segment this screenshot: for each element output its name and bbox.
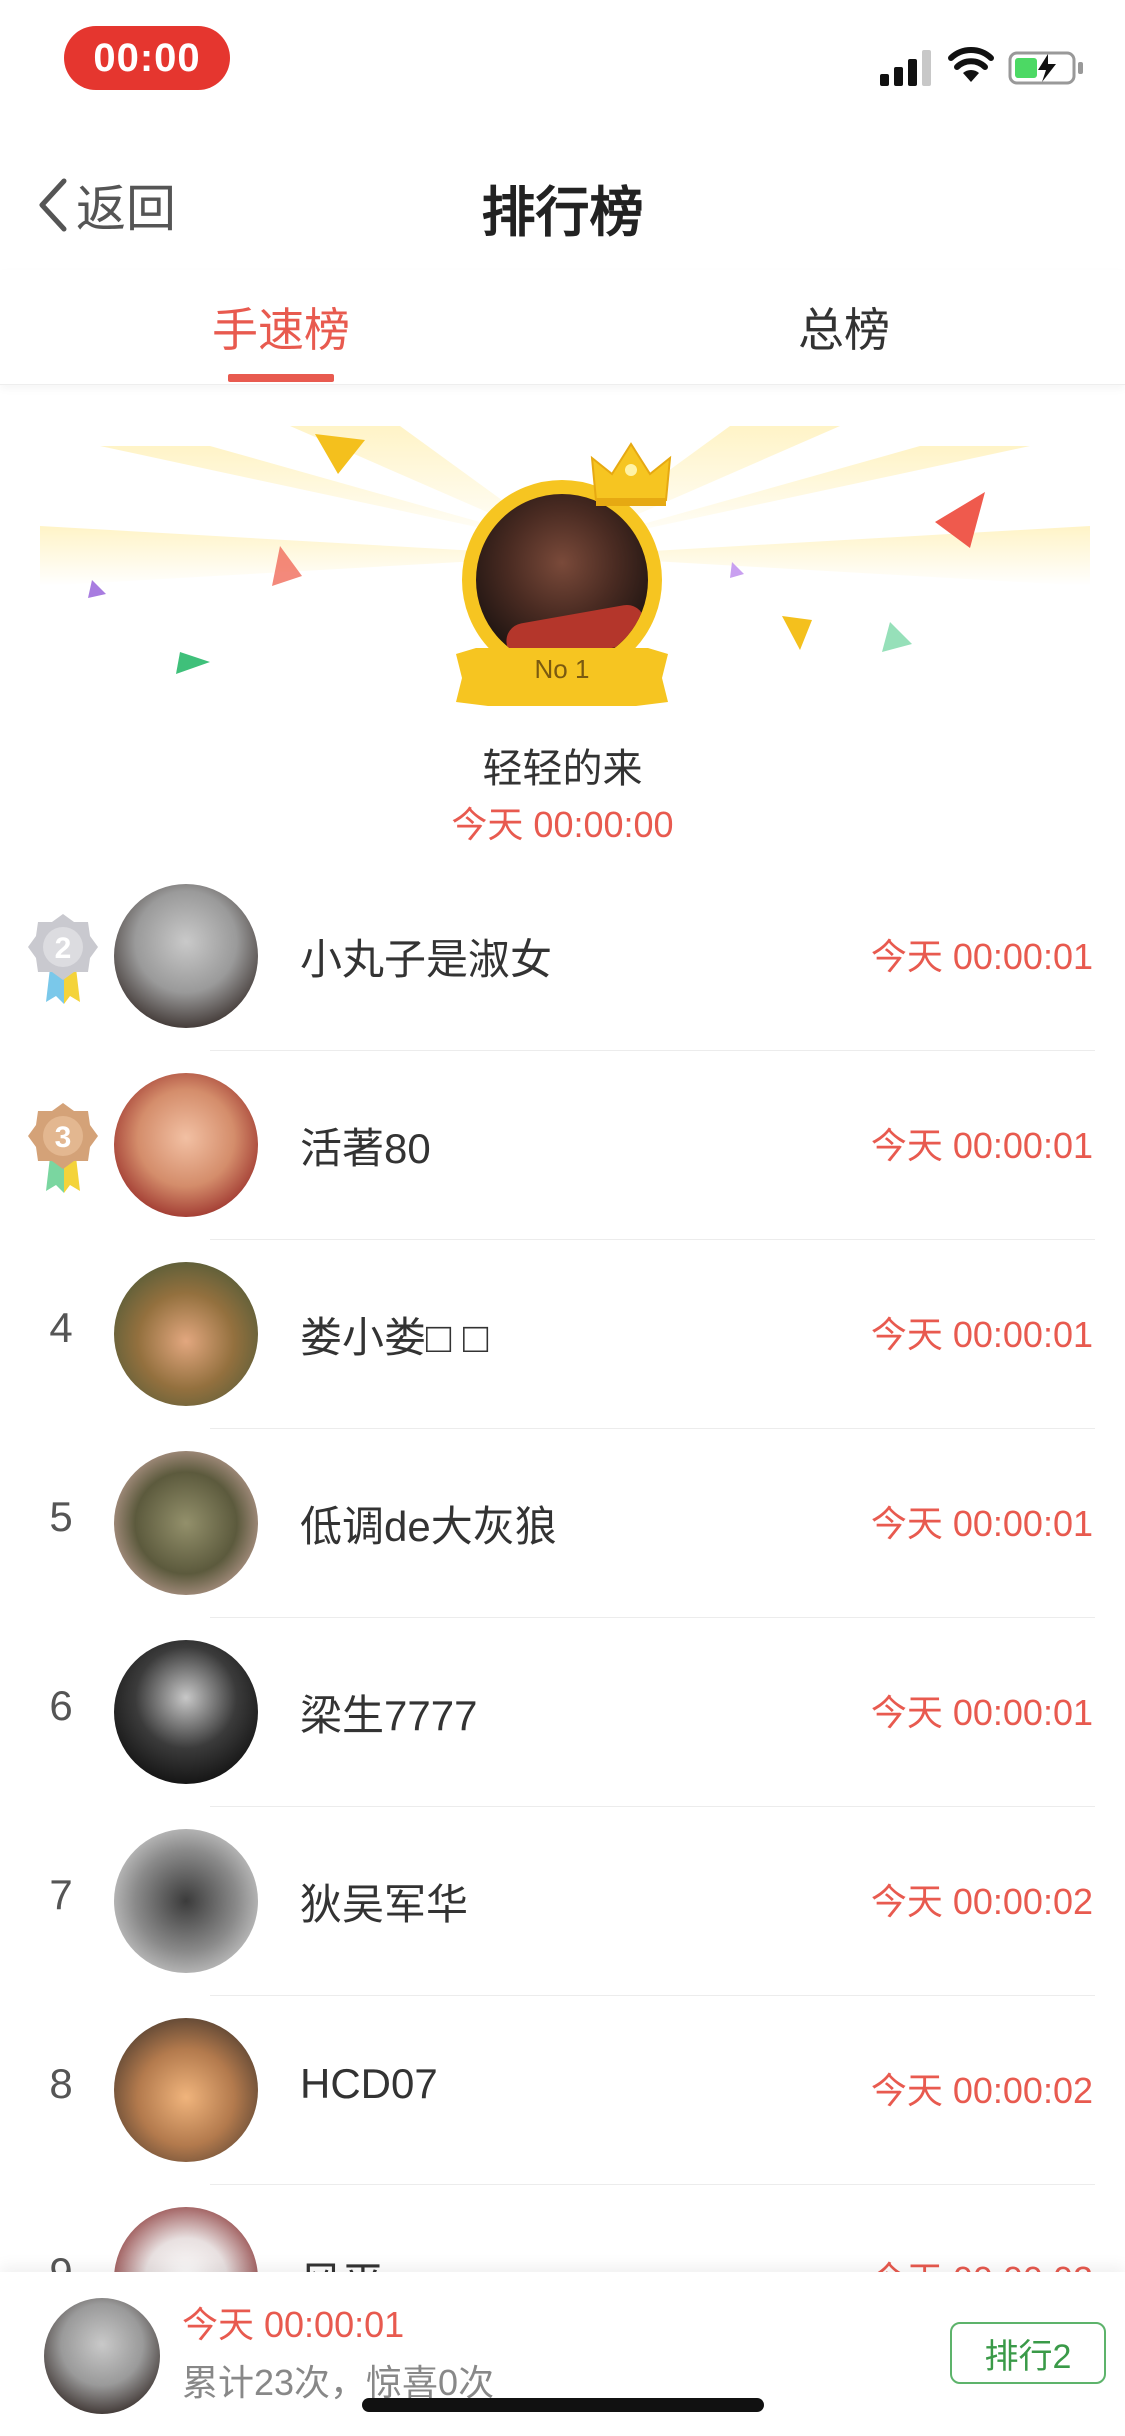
user-name: 娄小娄□ □ (300, 1314, 489, 1361)
rank-number: 4 (49, 1304, 73, 1351)
tab-total-ranking[interactable]: 总榜 (798, 294, 890, 360)
user-name: HCD07 (300, 2060, 438, 2107)
user-time: 今天 00:00:01 (870, 936, 1093, 977)
champion-badge-label: No 1 (534, 654, 590, 684)
list-item[interactable]: 3 活著80 今天 00:00:01 (0, 1051, 1125, 1240)
list-item[interactable]: 2 小丸子是淑女 今天 00:00:01 (0, 862, 1125, 1051)
status-time: 00:00 (64, 26, 230, 90)
nav-bar: 返回 排行榜 (0, 130, 1125, 270)
medal-silver-icon: 2 (28, 914, 98, 1004)
list-item[interactable]: 4 娄小娄□ □ 今天 00:00:01 (0, 1240, 1125, 1429)
user-time: 今天 00:00:01 (870, 1692, 1093, 1733)
user-name: 活著80 (300, 1125, 431, 1172)
active-tab-indicator (228, 374, 334, 382)
list-item[interactable]: 5 低调de大灰狼 今天 00:00:01 (0, 1429, 1125, 1618)
user-time: 今天 00:00:01 (870, 1125, 1093, 1166)
avatar[interactable] (114, 1073, 258, 1217)
user-time: 今天 00:00:02 (870, 1881, 1093, 1922)
avatar[interactable] (114, 1451, 258, 1595)
rank-number: 9 (30, 2249, 92, 2272)
user-time: 今天 00:00:01 (870, 1314, 1093, 1355)
user-time: 今天 00:00:02 (871, 2251, 1093, 2272)
avatar[interactable] (114, 884, 258, 1028)
list-item[interactable]: 7 狄吴军华 今天 00:00:02 (0, 1807, 1125, 1996)
ranking-list: 2 小丸子是淑女 今天 00:00:01 3 活著80 今天 00:00:01 … (0, 862, 1125, 2272)
list-item[interactable]: 6 梁生7777 今天 00:00:01 (0, 1618, 1125, 1807)
champion-time: 今天 00:00:00 (451, 804, 674, 845)
user-name: 狄吴军华 (300, 1881, 469, 1928)
avatar[interactable] (114, 2207, 258, 2272)
signal-icon (880, 50, 931, 86)
rank-number: 5 (49, 1493, 73, 1540)
avatar[interactable] (114, 2018, 258, 2162)
rank-number: 7 (49, 1871, 73, 1918)
avatar[interactable] (114, 1262, 258, 1406)
my-avatar[interactable] (44, 2298, 160, 2414)
rank-number: 6 (49, 1682, 73, 1729)
my-time: 今天 00:00:01 (182, 2304, 405, 2345)
my-rank-button[interactable]: 排行2 (950, 2322, 1106, 2384)
user-name: 低调de大灰狼 (300, 1503, 557, 1550)
user-name: 风平 (300, 2249, 384, 2272)
avatar[interactable] (114, 1640, 258, 1784)
user-name: 梁生7777 (300, 1692, 478, 1739)
svg-text:2: 2 (55, 932, 72, 965)
rank-number: 8 (49, 2060, 73, 2107)
svg-text:3: 3 (55, 1121, 72, 1154)
list-item[interactable]: 8 HCD07 今天 00:00:02 (0, 1996, 1125, 2185)
user-name: 小丸子是淑女 (300, 936, 553, 983)
medal-bronze-icon: 3 (28, 1103, 98, 1193)
tab-speed-ranking[interactable]: 手速榜 (212, 294, 350, 360)
user-time: 今天 00:00:01 (870, 1503, 1093, 1544)
wifi-icon (948, 47, 994, 82)
battery-icon (1008, 51, 1083, 85)
avatar[interactable] (114, 1829, 258, 1973)
user-time: 今天 00:00:02 (870, 2070, 1093, 2111)
page-title: 排行榜 (481, 183, 644, 243)
status-bar: 00:00 (0, 0, 1125, 130)
tab-bar: 手速榜 总榜 (0, 270, 1125, 385)
champion-name: 轻轻的来 (482, 747, 643, 791)
home-indicator[interactable] (362, 2398, 764, 2412)
crown-icon (590, 442, 672, 506)
list-item[interactable]: 9 风平 今天 00:00:02 (0, 2185, 1125, 2272)
champion-section: No 1 轻轻的来 今天 00:00:00 (0, 386, 1125, 856)
